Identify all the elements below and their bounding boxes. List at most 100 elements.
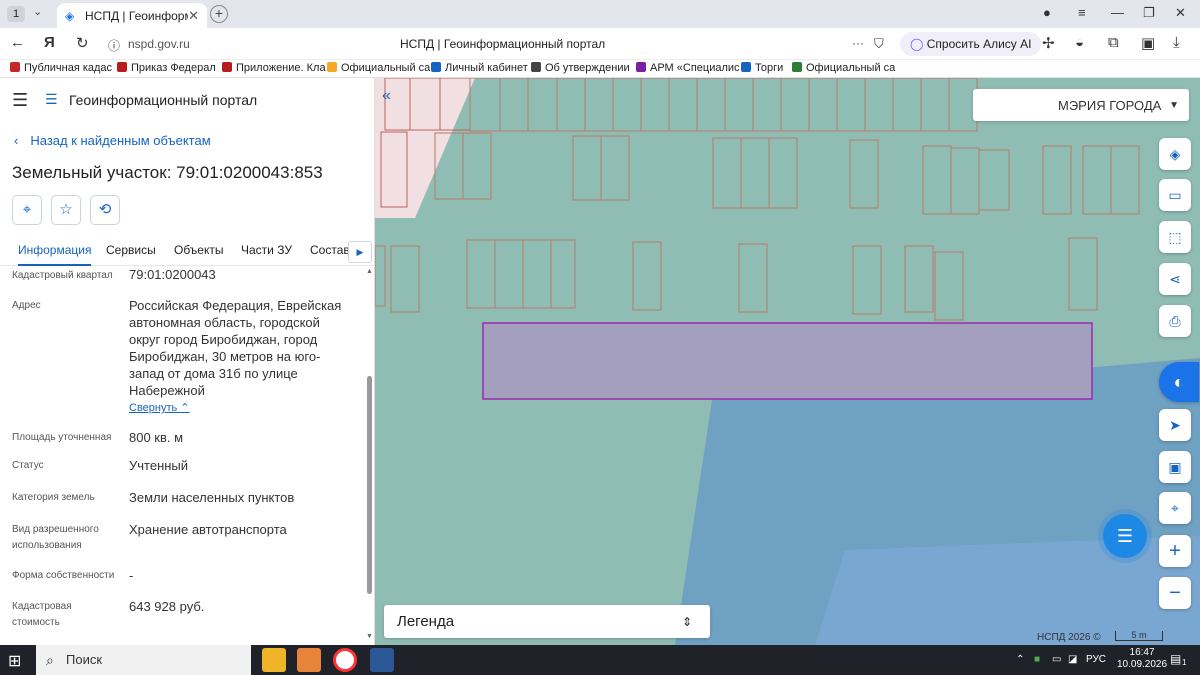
bookmark-label: Официальный са	[806, 62, 896, 74]
history-button[interactable]: ⟲	[90, 195, 120, 225]
selected-parcel[interactable]	[482, 322, 1093, 400]
close-window-icon[interactable]: ✕	[1175, 5, 1186, 21]
bookmarks-bar: Публичная кадас Приказ Федерал Приложени…	[0, 60, 1200, 78]
share-button[interactable]: ⋖	[1159, 263, 1191, 295]
puzzle-icon[interactable]: ⧉	[1108, 34, 1119, 51]
satellite-mode-button[interactable]: ◐	[1159, 362, 1199, 402]
file-explorer-icon[interactable]	[262, 648, 286, 672]
app-orange-icon[interactable]	[297, 648, 321, 672]
word-icon[interactable]	[370, 648, 394, 672]
taskbar-search[interactable]: ⌕ Поиск	[36, 645, 251, 675]
satellite-icon: ◐	[1173, 372, 1185, 392]
bookmark-item[interactable]: Официальный са	[327, 62, 430, 74]
reload-icon[interactable]: ↻	[76, 34, 89, 52]
field-value: Хранение автотранспорта	[129, 522, 287, 537]
layers-icon: ◈	[1169, 146, 1181, 162]
minimize-icon[interactable]: —	[1111, 5, 1124, 20]
language-indicator[interactable]: РУС	[1086, 654, 1106, 665]
system-clock[interactable]: 16:47 10.09.2026	[1117, 647, 1167, 671]
zoom-in-button[interactable]: +	[1159, 535, 1191, 567]
tab-composition[interactable]: Состав	[310, 243, 350, 257]
extension-icon[interactable]: ✢	[1042, 34, 1055, 52]
menu-icon[interactable]: ≡	[1078, 5, 1086, 20]
layers-button[interactable]: ◈	[1159, 138, 1191, 170]
zoom-out-button[interactable]: −	[1159, 577, 1191, 609]
bookmark-item[interactable]: Официальный са	[792, 62, 895, 74]
tab-counter[interactable]: 1	[7, 6, 25, 22]
scroll-down-icon[interactable]: ▼	[366, 633, 373, 640]
hat-icon[interactable]: ◒	[1075, 34, 1084, 51]
legend-panel[interactable]: Легенда ⇕	[384, 605, 710, 638]
network-icon[interactable]: ▭	[1052, 654, 1061, 665]
share-icon: ⋖	[1169, 271, 1181, 287]
bookmark-label: Торги	[755, 62, 784, 74]
url-text[interactable]: nspd.gov.ru	[128, 37, 190, 51]
map-canvas[interactable]	[375, 78, 1200, 645]
tab-info[interactable]: Информация	[18, 243, 92, 266]
tray-app-icon[interactable]: ■	[1034, 654, 1040, 665]
collections-icon[interactable]: ▣	[1141, 34, 1155, 52]
bookmark-item[interactable]: Торги	[741, 62, 783, 74]
nspd-favicon-icon: ◈	[65, 8, 75, 23]
yandex-icon[interactable]: Я	[44, 34, 55, 51]
scroll-up-icon[interactable]: ▲	[366, 268, 373, 275]
site-info-icon[interactable]: ⓘ	[108, 37, 120, 54]
tab-services[interactable]: Сервисы	[106, 243, 156, 257]
clock-time: 16:47	[1129, 647, 1155, 658]
windows-start-icon[interactable]: ⊞	[8, 651, 21, 671]
back-to-results-link[interactable]: ‹ Назад к найденным объектам	[14, 133, 211, 148]
field-value: -	[129, 568, 134, 583]
profile-icon[interactable]: ●	[1043, 5, 1051, 20]
select-area-button[interactable]: ⬚	[1159, 221, 1191, 253]
back-arrow-icon[interactable]: ←	[10, 34, 25, 51]
bookmark-item[interactable]: АРМ «Специалис	[636, 62, 740, 74]
minus-icon: −	[1169, 582, 1181, 604]
bookmark-icon[interactable]: ⛉	[874, 36, 884, 52]
chat-button[interactable]: ☰	[1103, 514, 1147, 558]
collapse-link[interactable]: Свернуть ⌃	[129, 401, 190, 414]
field-label: Категория земель	[12, 492, 95, 503]
bookmark-favicon-icon	[636, 62, 646, 72]
ask-alice-button[interactable]: ◯ Спросить Алису AI	[900, 32, 1042, 56]
field-value: Российская Федерация, Еврейская автономн…	[129, 298, 342, 398]
bookmark-label: Публичная кадас	[24, 62, 113, 74]
print-button[interactable]: ⎙	[1159, 305, 1191, 337]
restore-icon[interactable]: ❐	[1143, 5, 1155, 21]
chevron-up-icon: ⌃	[180, 402, 190, 414]
tab-parts[interactable]: Части ЗУ	[241, 243, 292, 257]
more-dots-icon[interactable]: ···	[852, 36, 864, 50]
bookmark-item[interactable]: Об утверждении	[531, 62, 630, 74]
scrollbar-thumb[interactable]	[367, 376, 372, 594]
download-icon[interactable]: ⤓	[1173, 34, 1180, 51]
chevron-down-icon[interactable]: ⌄	[33, 5, 42, 18]
geolocation-button[interactable]: ⌖	[1159, 492, 1191, 524]
history-icon: ⟲	[98, 201, 112, 218]
parcel-title: Земельный участок: 79:01:0200043:853	[12, 163, 323, 182]
close-tab-icon[interactable]: ✕	[188, 8, 199, 24]
sidebar-scrollbar[interactable]: ▲ ▼	[366, 268, 373, 645]
bookmark-item[interactable]: Личный кабинет	[431, 62, 528, 74]
navigate-button[interactable]: ➤	[1159, 409, 1191, 441]
map-view[interactable]: « МЭРИЯ ГОРОДА ▼ ◈ ▭ ⬚ ⋖ ⎙ ◐ ➤ ▣ ⌖ ☰ + −…	[375, 78, 1200, 645]
yandex-browser-icon[interactable]	[333, 648, 357, 672]
bookmark-item[interactable]: Публичная кадас	[10, 62, 112, 74]
browser-tab[interactable]: ◈ НСПД | Геоинформац ✕	[57, 3, 207, 28]
building-parcels-row3	[375, 237, 1098, 321]
favorite-button[interactable]: ☆	[51, 195, 81, 225]
tray-chevron-icon[interactable]: ⌃	[1016, 654, 1024, 665]
tab-objects[interactable]: Объекты	[174, 243, 224, 257]
bookmark-label: Приложение. Кла	[236, 62, 326, 74]
vpn-icon[interactable]: ◪	[1068, 654, 1077, 665]
collapse-sidebar-icon[interactable]: «	[382, 87, 391, 105]
notifications-icon[interactable]: ▤	[1170, 652, 1181, 666]
bookmark-item[interactable]: Приказ Федерал	[117, 62, 216, 74]
mayor-layer-dropdown[interactable]: МЭРИЯ ГОРОДА ▼	[973, 89, 1189, 121]
locate-on-map-button[interactable]: ⌖	[12, 195, 42, 225]
bookmark-item[interactable]: Приложение. Кла	[222, 62, 326, 74]
tabs-scroll-right-icon[interactable]: ▶	[348, 241, 372, 263]
ruler-button[interactable]: ▭	[1159, 179, 1191, 211]
minimap-button[interactable]: ▣	[1159, 451, 1191, 483]
new-tab-button[interactable]: +	[210, 5, 228, 23]
hamburger-menu-icon[interactable]: ☰	[12, 90, 28, 111]
expand-collapse-icon: ⇕	[681, 614, 692, 629]
